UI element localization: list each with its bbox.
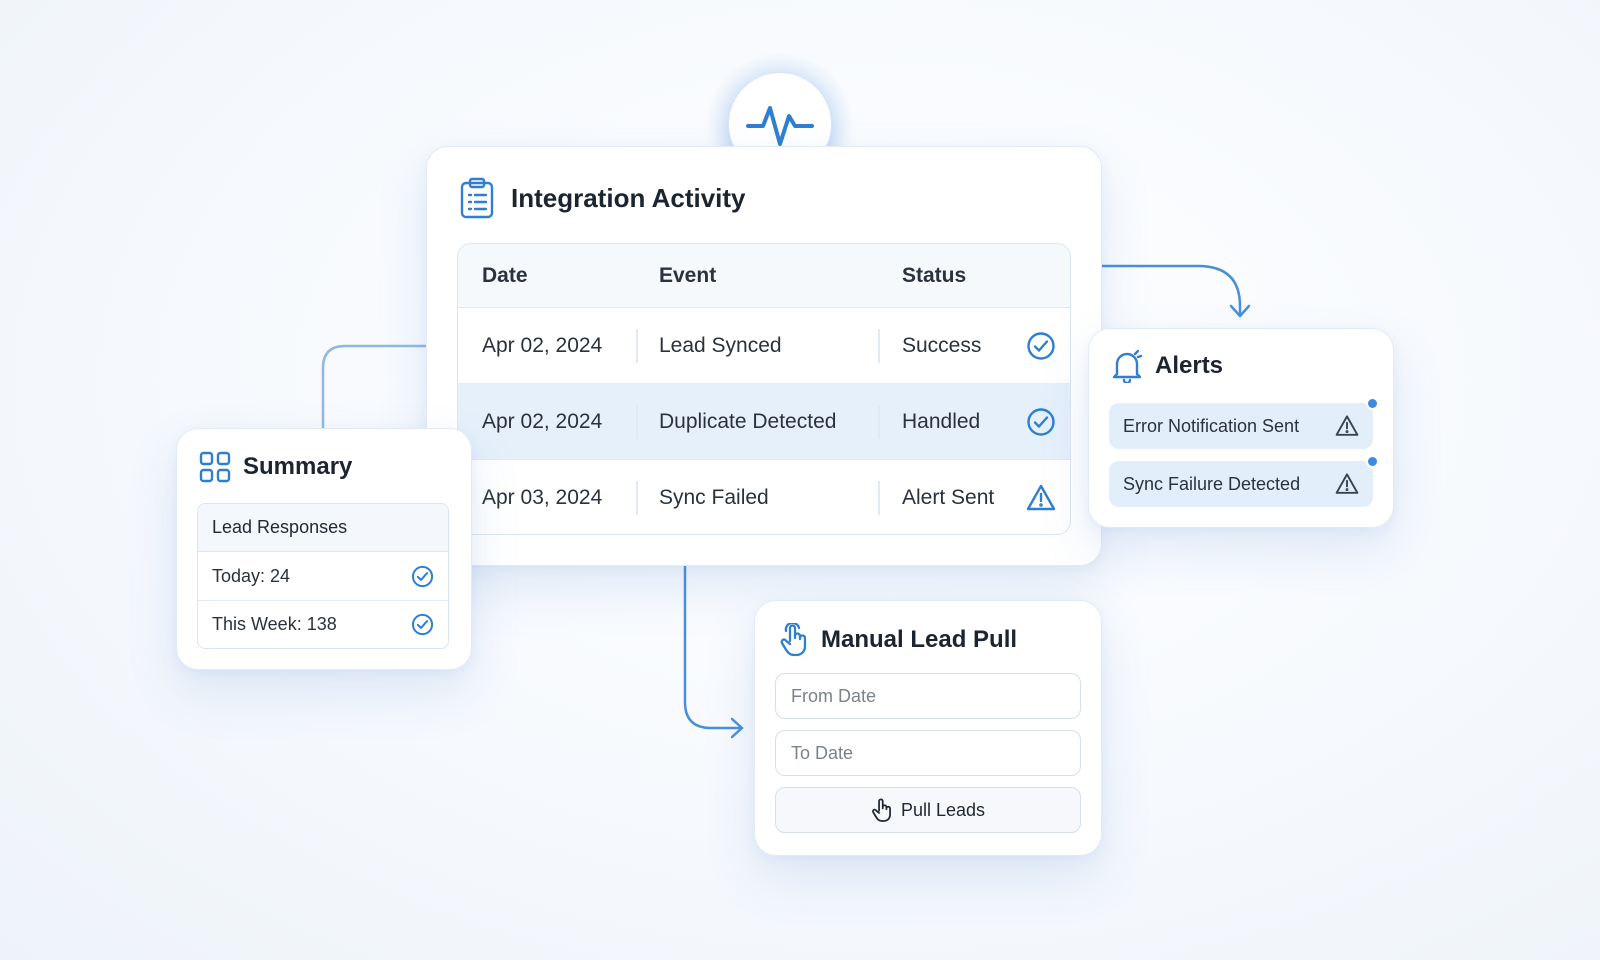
row-event: Lead Synced bbox=[659, 333, 782, 357]
unread-dot bbox=[1366, 455, 1379, 468]
pull-leads-label: Pull Leads bbox=[900, 799, 986, 820]
summary-card-header: Summary bbox=[199, 451, 352, 483]
summary-title: Summary bbox=[243, 453, 353, 480]
hand-pointer-icon bbox=[871, 797, 893, 823]
alert-item[interactable]: Error Notification Sent bbox=[1109, 397, 1379, 449]
manual-pull-card-header: Manual Lead Pull bbox=[779, 623, 1017, 657]
alerts-card-header: Alerts bbox=[1111, 349, 1223, 383]
check-circle-icon bbox=[1026, 331, 1056, 361]
summary-stat-row: This Week: 138 bbox=[198, 600, 448, 648]
row-event: Duplicate Detected bbox=[659, 409, 837, 433]
summary-stat-label: Today: 24 bbox=[212, 565, 291, 586]
column-divider bbox=[636, 481, 638, 515]
activity-card-header: Integration Activity bbox=[459, 177, 746, 219]
hand-pointer-icon bbox=[779, 623, 809, 657]
alert-label: Error Notification Sent bbox=[1123, 415, 1300, 436]
column-divider bbox=[636, 329, 638, 363]
lead-responses-box: Lead Responses Today: 24 This Week: 138 bbox=[197, 503, 449, 649]
from-date-input[interactable] bbox=[775, 673, 1081, 719]
row-date: Apr 02, 2024 bbox=[482, 409, 603, 433]
activity-table: Date Event Status Apr 02, 2024 Lead Sync… bbox=[457, 243, 1071, 535]
table-header-row: Date Event Status bbox=[458, 244, 1070, 308]
warning-triangle-icon bbox=[1335, 472, 1359, 496]
alerts-card: Alerts Error Notification Sent Sync Fail… bbox=[1088, 328, 1394, 528]
connector-manual bbox=[683, 564, 744, 730]
manual-pull-title: Manual Lead Pull bbox=[821, 626, 1018, 653]
table-row[interactable]: Apr 02, 2024 Lead Synced Success bbox=[458, 308, 1070, 384]
integration-activity-card: Integration Activity Date Event Status A… bbox=[426, 146, 1102, 566]
check-circle-icon bbox=[411, 565, 434, 588]
table-row[interactable]: Apr 02, 2024 Duplicate Detected Handled bbox=[458, 384, 1070, 460]
row-event: Sync Failed bbox=[659, 486, 769, 509]
grid-icon bbox=[199, 451, 231, 483]
summary-stat-label: This Week: 138 bbox=[212, 614, 337, 634]
row-date: Apr 03, 2024 bbox=[482, 486, 603, 509]
pull-leads-button[interactable]: Pull Leads bbox=[775, 787, 1081, 833]
summary-card: Summary Lead Responses Today: 24 This We… bbox=[176, 428, 472, 670]
column-divider bbox=[878, 329, 880, 363]
bell-icon bbox=[1111, 349, 1143, 383]
check-circle-icon bbox=[411, 613, 434, 636]
alerts-title: Alerts bbox=[1155, 352, 1224, 379]
column-header-event: Event bbox=[659, 263, 717, 287]
table-row[interactable]: Apr 03, 2024 Sync Failed Alert Sent bbox=[458, 460, 1070, 534]
unread-dot bbox=[1366, 397, 1379, 410]
column-divider bbox=[878, 481, 880, 515]
to-date-input[interactable] bbox=[775, 730, 1081, 776]
row-status: Alert Sent bbox=[902, 486, 995, 509]
alert-label: Sync Failure Detected bbox=[1123, 473, 1301, 494]
manual-lead-pull-card: Manual Lead Pull Pull Leads bbox=[754, 600, 1102, 856]
row-status: Handled bbox=[902, 409, 981, 433]
row-date: Apr 02, 2024 bbox=[482, 333, 603, 357]
connector-alerts bbox=[1100, 264, 1242, 318]
column-divider bbox=[636, 405, 638, 439]
column-header-status: Status bbox=[902, 263, 967, 287]
clipboard-list-icon bbox=[459, 177, 495, 219]
summary-stat-row: Today: 24 bbox=[198, 552, 448, 600]
column-divider bbox=[878, 405, 880, 439]
row-status: Success bbox=[902, 333, 982, 357]
warning-triangle-icon bbox=[1026, 483, 1056, 513]
activity-title: Integration Activity bbox=[511, 182, 746, 213]
column-header-date: Date bbox=[482, 263, 528, 287]
alert-item[interactable]: Sync Failure Detected bbox=[1109, 455, 1379, 507]
warning-triangle-icon bbox=[1335, 414, 1359, 438]
heartbeat-icon bbox=[745, 96, 815, 152]
lead-responses-header: Lead Responses bbox=[198, 504, 448, 552]
check-circle-icon bbox=[1026, 407, 1056, 437]
connector-summary bbox=[321, 344, 428, 430]
